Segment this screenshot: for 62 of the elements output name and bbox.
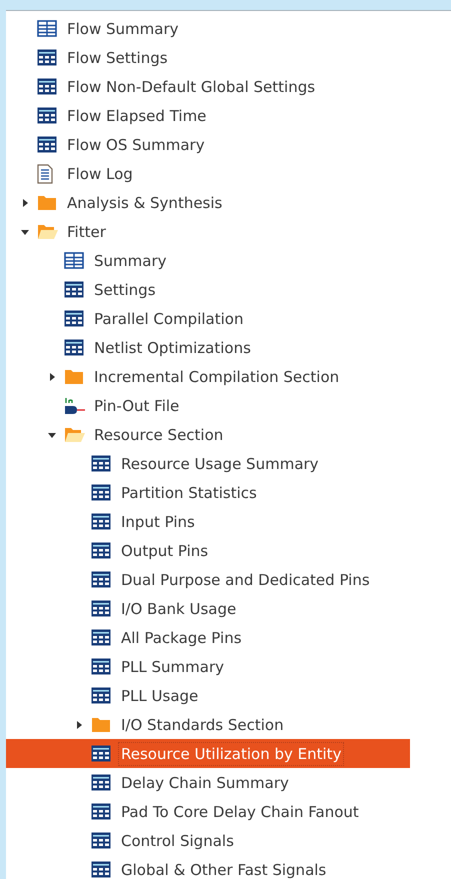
tree-item[interactable]: Pad To Core Delay Chain Fanout (118, 800, 362, 824)
table-icon (91, 803, 111, 820)
table-icon (91, 687, 111, 704)
table-icon (91, 629, 111, 646)
table-icon (91, 658, 111, 675)
tree-item[interactable]: PLL Usage (118, 684, 202, 708)
table-icon (64, 310, 84, 327)
table-icon (91, 542, 111, 559)
table-icon (37, 136, 57, 153)
tree-item[interactable]: Resource Utilization by Entity (118, 742, 344, 766)
table-icon (91, 571, 111, 588)
table-icon (91, 484, 111, 501)
table-icon (91, 455, 111, 472)
tree-item[interactable]: Netlist Optimizations (91, 336, 254, 360)
tree-item[interactable]: Global & Other Fast Signals (118, 858, 330, 879)
table-icon (91, 745, 111, 762)
expand-arrow-icon[interactable] (20, 198, 30, 208)
table-icon (37, 78, 57, 95)
table-icon (64, 339, 84, 356)
tree-item[interactable]: Flow OS Summary (64, 132, 208, 156)
tree-item[interactable]: Output Pins (118, 538, 212, 562)
folder-icon (64, 368, 84, 385)
tree-item[interactable]: Control Signals (118, 828, 237, 852)
open-folder-icon (64, 426, 86, 443)
tree-item[interactable]: I/O Bank Usage (118, 596, 240, 620)
tree-item[interactable]: Flow Elapsed Time (64, 104, 210, 128)
folder-icon (37, 194, 57, 211)
tree-item[interactable]: Resource Usage Summary (118, 452, 322, 476)
table-icon (91, 832, 111, 849)
tree-item[interactable]: Flow Log (64, 162, 136, 186)
tree-item[interactable]: Flow Summary (64, 16, 182, 40)
pin-file-icon (64, 396, 86, 416)
tree-item[interactable]: Parallel Compilation (91, 306, 246, 330)
tree-item[interactable]: Summary (91, 248, 170, 272)
tree-item[interactable]: Resource Section (91, 422, 226, 446)
tree-item[interactable]: Pin-Out File (91, 394, 182, 418)
tree-item[interactable]: Flow Non-Default Global Settings (64, 74, 318, 98)
open-folder-icon (37, 223, 59, 240)
tree-item[interactable]: Dual Purpose and Dedicated Pins (118, 568, 373, 592)
tree-item[interactable]: Flow Settings (64, 46, 171, 70)
tree-item[interactable]: Incremental Compilation Section (91, 364, 342, 388)
folder-icon (91, 716, 111, 733)
grid-icon (64, 252, 84, 269)
table-icon (91, 513, 111, 530)
expand-arrow-icon[interactable] (47, 372, 57, 382)
table-icon (64, 281, 84, 298)
tree-item[interactable]: Delay Chain Summary (118, 770, 292, 794)
tree-item[interactable]: Analysis & Synthesis (64, 190, 226, 214)
document-icon (37, 164, 53, 184)
grid-icon (37, 20, 57, 37)
tree-item[interactable]: PLL Summary (118, 654, 228, 678)
table-icon (37, 49, 57, 66)
table-icon (91, 774, 111, 791)
tree-item[interactable]: Partition Statistics (118, 480, 260, 504)
tree-item[interactable]: Fitter (64, 220, 109, 244)
table-icon (91, 600, 111, 617)
table-icon (37, 107, 57, 124)
tree-item[interactable]: Input Pins (118, 510, 198, 534)
tree-item[interactable]: All Package Pins (118, 626, 245, 650)
tree-item[interactable]: Settings (91, 278, 159, 302)
expand-arrow-icon[interactable] (74, 720, 84, 730)
tree-item[interactable]: I/O Standards Section (118, 712, 287, 736)
